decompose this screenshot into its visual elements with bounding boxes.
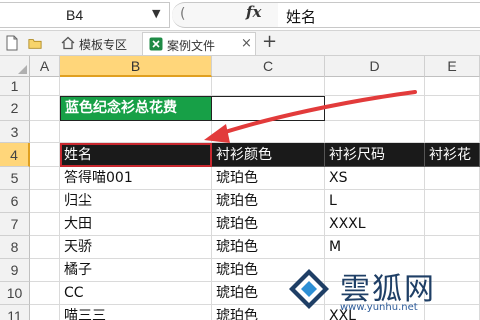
cell-a6[interactable] [30,190,60,213]
cell-a9[interactable] [30,259,60,282]
cell-a11[interactable] [30,305,60,320]
formula-input-value: 姓名 [286,8,317,26]
cell-b2[interactable]: 蓝色纪念衫总花费 [60,96,212,121]
cell-d8[interactable]: M [325,236,425,259]
cell-c7[interactable]: 琥珀色 [212,213,325,236]
cell-b10[interactable]: CC [60,282,212,305]
tab-label: 模板专区 [79,38,128,52]
cell-e4-header[interactable]: 衬衫花 [425,143,480,167]
cell-e7[interactable] [425,213,480,236]
cell-d6[interactable]: L [325,190,425,213]
cell-a3[interactable] [30,121,60,143]
close-icon[interactable]: × [241,36,252,51]
cell-a4[interactable] [30,143,60,167]
cell-b6[interactable]: 归尘 [60,190,212,213]
cell-d4-header-size[interactable]: 衬衫尺码 [325,143,425,167]
excel-file-icon [149,37,163,51]
column-header-c[interactable]: C [212,56,325,77]
cell-e5[interactable] [425,167,480,190]
row-header-10[interactable]: 10 [0,282,30,305]
row-header-7[interactable]: 7 [0,213,30,236]
formula-controls: ( [172,2,278,28]
watermark-url: www.yunhu.net [340,302,418,313]
row-header-11[interactable]: 11 [0,305,30,320]
cell-a1[interactable] [30,77,60,96]
cell-e3[interactable] [425,121,480,143]
cell-c2[interactable] [211,96,325,121]
name-box[interactable]: B4 ▼ [0,2,170,28]
column-header-d[interactable]: D [325,56,425,77]
cell-b9[interactable]: 橘子 [60,259,212,282]
document-tab-bar: 模板专区 案例文件 × + [0,31,480,56]
row-header-2[interactable]: 2 [0,96,30,121]
cell-d5[interactable]: XS [325,167,425,190]
tab-label: 案例文件 [167,39,216,53]
cell-a10[interactable] [30,282,60,305]
cell-e2[interactable] [425,96,480,121]
home-icon [61,36,75,50]
cell-d2[interactable] [325,96,425,121]
row-header-6[interactable]: 6 [0,190,30,213]
row-header-5[interactable]: 5 [0,167,30,190]
cell-b5[interactable]: 答得喵001 [60,167,212,190]
tab-case-file[interactable]: 案例文件 × [142,32,256,55]
cell-b3[interactable] [60,121,212,143]
cell-c5[interactable]: 琥珀色 [212,167,325,190]
row-header-9[interactable]: 9 [0,259,30,282]
column-header-b[interactable]: B [60,56,212,77]
cell-b8[interactable]: 天骄 [60,236,212,259]
cell-e6[interactable] [425,190,480,213]
row-header-3[interactable]: 3 [0,121,30,143]
cell-a7[interactable] [30,213,60,236]
cell-c3[interactable] [212,121,325,143]
cell-a5[interactable] [30,167,60,190]
row-header-8[interactable]: 8 [0,236,30,259]
formula-bar: B4 ▼ ( fx 姓名 [0,0,480,31]
column-header-e[interactable]: E [425,56,480,77]
watermark-logo-icon [289,269,329,309]
cell-c1[interactable] [212,77,325,96]
cell-c6[interactable]: 琥珀色 [212,190,325,213]
cell-d7[interactable]: XXXL [325,213,425,236]
cell-b11[interactable]: 喵三三 [60,305,212,320]
tab-template-zone[interactable]: 模板专区 [55,32,139,55]
cell-a8[interactable] [30,236,60,259]
cell-e1[interactable] [425,77,480,96]
cell-d3[interactable] [325,121,425,143]
cell-a2[interactable] [30,96,60,121]
watermark: 雲狐网 www.yunhu.net [280,260,480,320]
select-all-corner[interactable] [0,56,30,77]
cell-b4-header-name[interactable]: 姓名 [60,143,212,167]
insert-function-icon[interactable]: fx [246,3,261,21]
cell-e8[interactable] [425,236,480,259]
name-box-value: B4 [66,7,84,23]
chevron-down-icon[interactable]: ▼ [152,7,160,20]
add-tab-button[interactable]: + [262,31,277,52]
column-header-a[interactable]: A [30,56,60,77]
cell-b1[interactable] [60,77,212,96]
row-header-4[interactable]: 4 [0,143,30,167]
folder-icon[interactable] [28,35,42,51]
formula-collapse-icon[interactable]: ( [180,6,185,22]
new-document-icon[interactable] [5,35,19,51]
cell-d1[interactable] [325,77,425,96]
row-header-1[interactable]: 1 [0,77,30,96]
cell-c8[interactable]: 琥珀色 [212,236,325,259]
cell-b7[interactable]: 大田 [60,213,212,236]
cell-c4-header-color[interactable]: 衬衫颜色 [212,143,325,167]
formula-input[interactable]: 姓名 [278,2,480,28]
